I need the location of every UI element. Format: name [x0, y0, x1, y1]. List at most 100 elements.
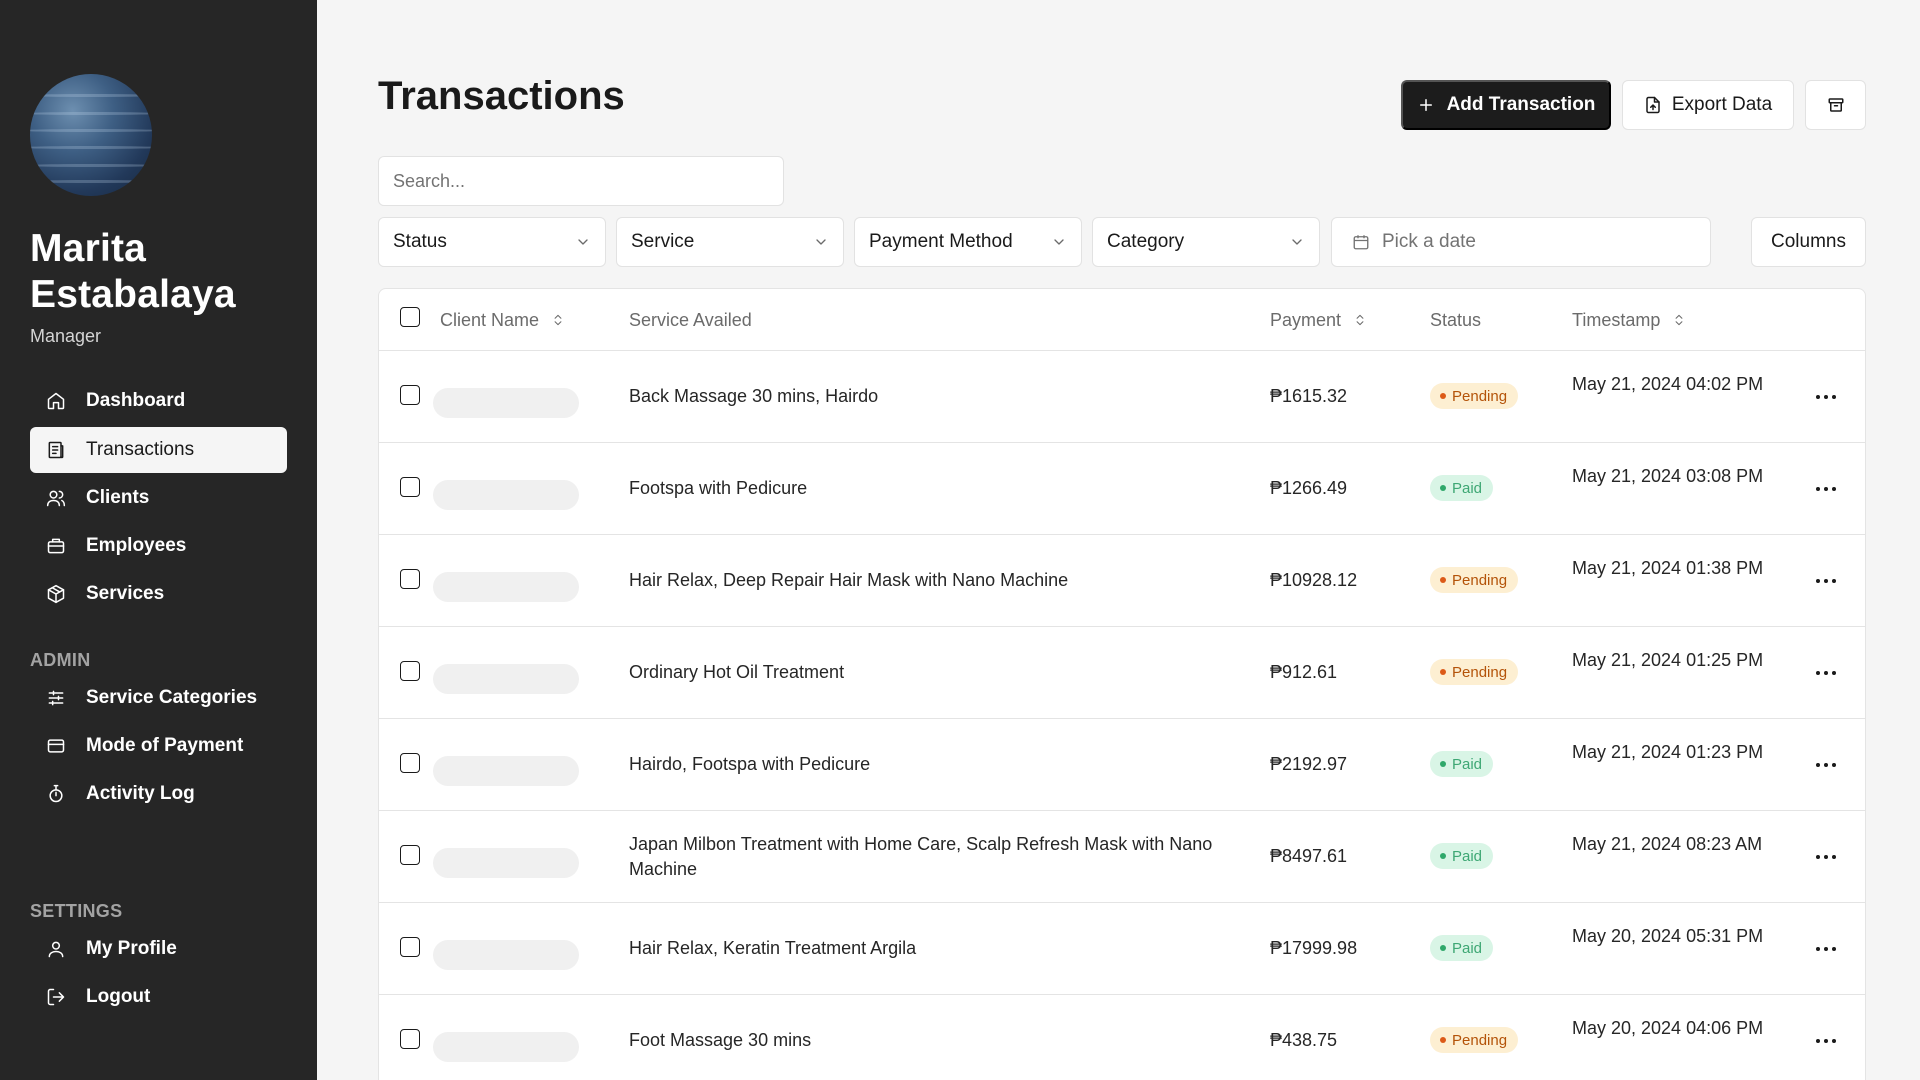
chevron-down-icon — [816, 239, 826, 245]
payment-cell: ₱912.61 — [1270, 662, 1338, 682]
sidebar-item-transactions[interactable]: Transactions — [30, 427, 287, 473]
timestamp-column-header[interactable]: Timestamp — [1572, 289, 1686, 351]
timestamp-cell: May 21, 2024 08:23 AM — [1572, 834, 1763, 854]
credit-card-icon — [44, 734, 68, 758]
more-actions-icon[interactable] — [1816, 663, 1836, 683]
columns-button[interactable]: Columns — [1751, 217, 1866, 267]
client-name-skeleton — [433, 388, 579, 418]
status-badge-label: Pending — [1452, 1031, 1508, 1049]
status-badge-label: Paid — [1452, 847, 1483, 865]
settings-section-label: SETTINGS — [30, 901, 123, 921]
sidebar-item-label: Clients — [86, 487, 150, 508]
status-badge: Pending — [1430, 659, 1519, 685]
home-icon — [44, 389, 68, 413]
client-name-skeleton — [433, 572, 579, 602]
sidebar-item-service-categories[interactable]: Service Categories — [30, 675, 287, 721]
table-row[interactable]: Back Massage 30 mins, Hairdo ₱1615.32 Pend… — [379, 351, 1865, 443]
payment-cell: ₱2192.97 — [1270, 754, 1348, 774]
add-transaction-button[interactable]: Add Transaction — [1401, 80, 1611, 130]
status-dot — [1440, 761, 1446, 767]
receipt-icon — [44, 438, 68, 462]
chevron-down-icon — [1292, 239, 1302, 245]
archive-button[interactable] — [1805, 80, 1866, 130]
timestamp-header-label: Timestamp — [1572, 309, 1661, 330]
payment-cell: ₱438.75 — [1270, 1030, 1338, 1050]
service-filter[interactable]: Service — [616, 217, 844, 267]
status-badge-label: Pending — [1452, 663, 1508, 681]
sidebar-item-mode-of-payment[interactable]: Mode of Payment — [30, 723, 287, 769]
row-checkbox[interactable] — [400, 661, 420, 681]
table-row[interactable]: Foot Massage 30 mins ₱438.75 Pending May 20… — [379, 995, 1865, 1080]
sort-icon — [554, 314, 562, 326]
row-checkbox[interactable] — [400, 477, 420, 497]
sidebar-item-logout[interactable]: Logout — [30, 974, 287, 1020]
select-all-checkbox[interactable] — [400, 307, 420, 327]
avatar[interactable] — [30, 74, 152, 196]
sidebar-item-label: Logout — [86, 986, 151, 1007]
timestamp-cell: May 21, 2024 04:02 PM — [1572, 374, 1764, 394]
payment-header-label: Payment — [1270, 309, 1342, 330]
status-filter[interactable]: Status — [378, 217, 606, 267]
sidebar-item-employees[interactable]: Employees — [30, 523, 287, 569]
status-dot — [1440, 1037, 1446, 1043]
payment-cell: ₱17999.98 — [1270, 938, 1358, 958]
client-name-column-header[interactable]: Client Name — [440, 289, 565, 351]
sidebar-item-services[interactable]: Services — [30, 571, 287, 617]
package-icon — [44, 582, 68, 606]
payment-cell: ₱1615.32 — [1270, 386, 1348, 406]
sidebar-item-my-profile[interactable]: My Profile — [30, 926, 287, 972]
status-dot — [1440, 393, 1446, 399]
row-checkbox[interactable] — [400, 753, 420, 773]
status-dot — [1440, 485, 1446, 491]
category-filter[interactable]: Category — [1092, 217, 1320, 267]
more-actions-icon[interactable] — [1816, 939, 1836, 959]
row-checkbox[interactable] — [400, 937, 420, 957]
payment-column-header[interactable]: Payment — [1270, 289, 1367, 351]
export-data-button[interactable]: Export Data — [1622, 80, 1794, 130]
status-filter-label: Status — [393, 231, 447, 252]
more-actions-icon[interactable] — [1816, 571, 1836, 591]
sidebar-item-dashboard[interactable]: Dashboard — [30, 378, 287, 424]
payment-method-filter[interactable]: Payment Method — [854, 217, 1082, 267]
table-row[interactable]: Footspa with Pedicure ₱1266.49 Paid May 21,… — [379, 443, 1865, 535]
service-availed-cell: Foot Massage 30 mins — [629, 1030, 812, 1050]
table-row[interactable]: Japan Milbon Treatment with Home Care, S… — [379, 811, 1865, 903]
timer-icon — [44, 782, 68, 806]
more-actions-icon[interactable] — [1816, 847, 1836, 867]
row-checkbox[interactable] — [400, 845, 420, 865]
row-checkbox[interactable] — [400, 1029, 420, 1049]
search-input[interactable] — [378, 156, 784, 206]
table-row[interactable]: Hair Relax, Keratin Treatment Argila ₱179… — [379, 903, 1865, 995]
transactions-table: Client Name Service Availed Payment Stat… — [378, 288, 1866, 1080]
sidebar-item-activity-log[interactable]: Activity Log — [30, 771, 287, 817]
sidebar-item-label: Services — [86, 583, 165, 604]
table-row[interactable]: Ordinary Hot Oil Treatment ₱912.61 Pending… — [379, 627, 1865, 719]
client-name-header-label: Client Name — [440, 309, 540, 330]
status-badge: Pending — [1430, 567, 1519, 593]
service-availed-header-label: Service Availed — [629, 309, 752, 330]
status-badge-label: Pending — [1452, 387, 1508, 405]
row-checkbox[interactable] — [400, 385, 420, 405]
timestamp-cell: May 21, 2024 01:38 PM — [1572, 558, 1764, 578]
service-availed-cell: Footspa with Pedicure — [629, 478, 808, 498]
sidebar-item-label: Employees — [86, 535, 187, 556]
client-name-skeleton — [433, 848, 579, 878]
sidebar-item-clients[interactable]: Clients — [30, 475, 287, 521]
timestamp-cell: May 21, 2024 03:08 PM — [1572, 466, 1764, 486]
status-badge: Paid — [1430, 935, 1494, 961]
table-row[interactable]: Hair Relax, Deep Repair Hair Mask with N… — [379, 535, 1865, 627]
more-actions-icon[interactable] — [1816, 755, 1836, 775]
client-name-skeleton — [433, 1032, 579, 1062]
date-picker[interactable]: Pick a date — [1331, 217, 1711, 267]
export-data-label: Export Data — [1671, 94, 1773, 115]
row-checkbox[interactable] — [400, 569, 420, 589]
more-actions-icon[interactable] — [1816, 387, 1836, 407]
more-actions-icon[interactable] — [1816, 479, 1836, 499]
more-actions-icon[interactable] — [1816, 1031, 1836, 1051]
table-row[interactable]: Hairdo, Footspa with Pedicure ₱2192.97 Pai… — [379, 719, 1865, 811]
plus-icon — [1419, 99, 1432, 111]
chevron-down-icon — [578, 239, 588, 245]
service-availed-column-header: Service Availed — [629, 289, 752, 351]
status-dot — [1440, 669, 1446, 675]
admin-section-label: ADMIN — [30, 650, 91, 670]
